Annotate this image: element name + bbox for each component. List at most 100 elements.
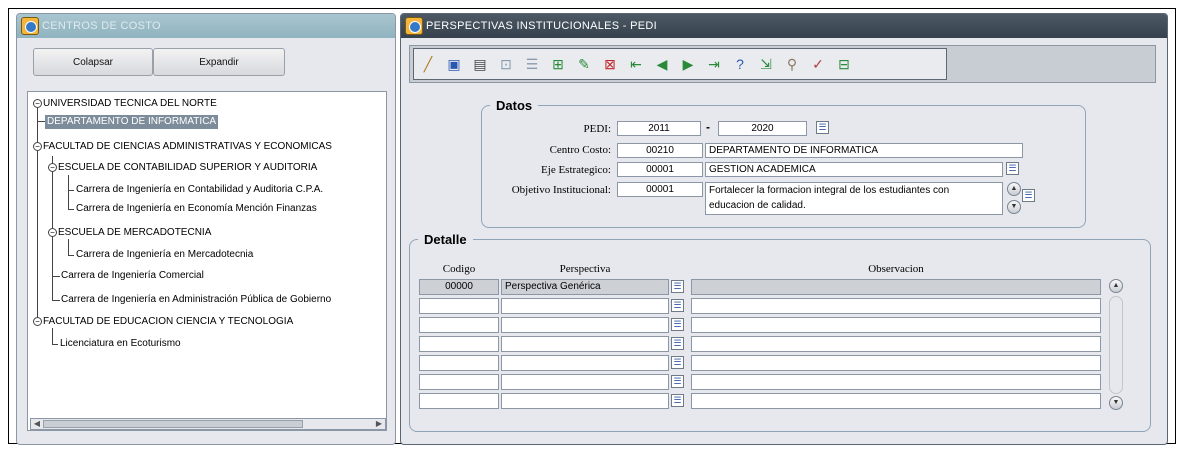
observacion-cell[interactable] (691, 279, 1101, 295)
tree-node-facultad-administrativas[interactable]: FACULTAD DE CIENCIAS ADMINISTRATIVAS Y E… (43, 140, 332, 154)
strategic-axis-code-field[interactable]: 00001 (617, 162, 703, 177)
cost-center-name-field[interactable]: DEPARTAMENTO DE INFORMATICA (705, 143, 1023, 158)
perspectiva-cell[interactable] (501, 374, 669, 390)
tree-node-facultad-educacion[interactable]: FACULTAD DE EDUCACION CIENCIA Y TECNOLOG… (43, 315, 293, 329)
perspectiva-list-icon[interactable]: ☰ (671, 280, 684, 293)
cost-centers-titlebar[interactable]: CENTROS DE COSTO (17, 14, 395, 38)
observacion-cell[interactable] (691, 374, 1101, 390)
cost-center-code-field[interactable]: 00210 (617, 143, 703, 158)
perspectiva-list-icon[interactable]: ☰ (671, 356, 684, 369)
detalle-legend: Detalle (424, 232, 467, 247)
pedi-list-icon[interactable]: ☰ (816, 121, 829, 134)
collapse-toggle-icon[interactable]: − (33, 317, 42, 326)
perspectiva-list-icon[interactable]: ☰ (671, 318, 684, 331)
collapse-toggle-icon[interactable]: − (48, 163, 57, 172)
detail-scroll-down-icon[interactable]: ▼ (1109, 396, 1123, 410)
perspectiva-cell[interactable] (501, 393, 669, 409)
perspectiva-cell[interactable]: Perspectiva Genérica (501, 279, 669, 295)
scroll-left-icon[interactable]: ◀ (31, 419, 43, 429)
expand-button[interactable]: Expandir (153, 48, 285, 76)
toolbar-main-group: ╱ ▣ ▤ ⊡ ☰ ⊞ ✎ ⊠ ⇤ ◀ ▶ ⇥ ? ⇲ ⚲ ✓ ⊟ (413, 48, 947, 80)
app-icon (21, 17, 39, 35)
objective-scroll-down-icon[interactable]: ▼ (1007, 200, 1021, 214)
detail-scroll-up-icon[interactable]: ▲ (1109, 279, 1123, 293)
cost-center-tree[interactable]: − − − − − UNIVERSIDAD TECNICA DEL NORTE … (27, 91, 387, 431)
institutional-objective-code-field[interactable]: 00001 (617, 182, 703, 197)
scroll-thumb[interactable] (43, 420, 303, 428)
tree-node-carrera-contabilidad[interactable]: Carrera de Ingeniería en Contabilidad y … (76, 183, 323, 197)
codigo-cell[interactable] (419, 336, 499, 352)
observacion-cell[interactable] (691, 298, 1101, 314)
clear-icon[interactable]: ╱ (417, 53, 439, 75)
window-icon[interactable]: ⊟ (833, 53, 855, 75)
collapse-toggle-icon[interactable]: − (48, 228, 57, 237)
scroll-right-icon[interactable]: ▶ (373, 419, 385, 429)
tree-node-carrera-administracion-publica[interactable]: Carrera de Ingeniería en Administración … (61, 293, 331, 307)
help-icon[interactable]: ? (729, 53, 751, 75)
first-record-icon[interactable]: ⇤ (625, 53, 647, 75)
tree-node-carrera-mercadotecnia[interactable]: Carrera de Ingeniería en Mercadotecnia (76, 248, 253, 262)
tree-node-carrera-economia[interactable]: Carrera de Ingeniería en Economía Menció… (76, 202, 317, 216)
detail-scroll-track[interactable] (1109, 296, 1123, 394)
strategic-axis-name-field[interactable]: GESTION ACADEMICA (705, 162, 1003, 177)
tree-node-universidad[interactable]: UNIVERSIDAD TECNICA DEL NORTE (43, 97, 217, 111)
perspectiva-cell[interactable] (501, 355, 669, 371)
delete-record-icon[interactable]: ⊠ (599, 53, 621, 75)
perspectiva-cell[interactable] (501, 317, 669, 333)
next-record-icon[interactable]: ▶ (677, 53, 699, 75)
observacion-cell[interactable] (691, 355, 1101, 371)
observacion-cell[interactable] (691, 393, 1101, 409)
collapse-toggle-icon[interactable]: − (33, 142, 42, 151)
exit-icon[interactable]: ⇲ (755, 53, 777, 75)
pedi-to-field[interactable]: 2020 (718, 121, 807, 136)
pedi-label: PEDI: (583, 123, 612, 135)
perspectiva-list-icon[interactable]: ☰ (671, 337, 684, 350)
list-icon[interactable]: ☰ (521, 53, 543, 75)
codigo-cell[interactable] (419, 317, 499, 333)
tree-node-escuela-contabilidad[interactable]: ESCUELA DE CONTABILIDAD SUPERIOR Y AUDIT… (58, 161, 317, 175)
perspectiva-list-icon[interactable]: ☰ (671, 394, 684, 407)
objective-scroll-up-icon[interactable]: ▲ (1007, 182, 1021, 196)
app-icon (405, 17, 423, 35)
tree-connector (37, 121, 45, 122)
perspectiva-list-icon[interactable]: ☰ (671, 299, 684, 312)
tree-horizontal-scrollbar[interactable]: ◀ ▶ (30, 418, 386, 430)
codigo-cell[interactable] (419, 355, 499, 371)
collapse-button[interactable]: Colapsar (33, 48, 153, 76)
codigo-cell[interactable] (419, 393, 499, 409)
collapse-toggle-icon[interactable]: − (33, 99, 42, 108)
edit-record-icon[interactable]: ✎ (573, 53, 595, 75)
tree-node-carrera-comercial[interactable]: Carrera de Ingeniería Comercial (61, 269, 204, 283)
strategic-axis-list-icon[interactable]: ☰ (1006, 162, 1019, 175)
column-header-codigo: Codigo (442, 263, 476, 275)
pedi-window: PERSPECTIVAS INSTITUCIONALES - PEDI ╱ ▣ … (400, 13, 1168, 445)
query-icon[interactable]: ⊡ (495, 53, 517, 75)
last-record-icon[interactable]: ⇥ (703, 53, 725, 75)
observacion-cell[interactable] (691, 336, 1101, 352)
print-icon[interactable]: ▤ (469, 53, 491, 75)
pedi-from-field[interactable]: 2011 (617, 121, 701, 136)
tree-connector (68, 209, 74, 210)
perspectiva-cell[interactable] (501, 336, 669, 352)
tree-node-escuela-mercadotecnia[interactable]: ESCUELA DE MERCADOTECNIA (58, 226, 211, 240)
objective-text-line: educacion de calidad. (709, 200, 806, 211)
observacion-cell[interactable] (691, 317, 1101, 333)
perspectiva-list-icon[interactable]: ☰ (671, 375, 684, 388)
tree-node-departamento-informatica[interactable]: DEPARTAMENTO DE INFORMATICA (45, 115, 219, 129)
codigo-cell[interactable] (419, 374, 499, 390)
codigo-cell[interactable] (419, 298, 499, 314)
previous-record-icon[interactable]: ◀ (651, 53, 673, 75)
tree-connector (52, 328, 53, 344)
tree-node-licenciatura-ecoturismo[interactable]: Licenciatura en Ecoturismo (60, 337, 181, 351)
insert-record-icon[interactable]: ⊞ (547, 53, 569, 75)
objective-text-line: Fortalecer la formacion integral de los … (709, 185, 950, 196)
codigo-cell[interactable]: 00000 (419, 279, 499, 295)
perspectiva-cell[interactable] (501, 298, 669, 314)
tree-connector (52, 344, 58, 345)
pedi-titlebar[interactable]: PERSPECTIVAS INSTITUCIONALES - PEDI (401, 14, 1167, 38)
institutional-objective-list-icon[interactable]: ☰ (1022, 189, 1035, 202)
tool-icon[interactable]: ⚲ (781, 53, 803, 75)
institutional-objective-text-field[interactable]: Fortalecer la formacion integral de los … (705, 182, 1003, 215)
edit-note-icon[interactable]: ✓ (807, 53, 829, 75)
save-icon[interactable]: ▣ (443, 53, 465, 75)
